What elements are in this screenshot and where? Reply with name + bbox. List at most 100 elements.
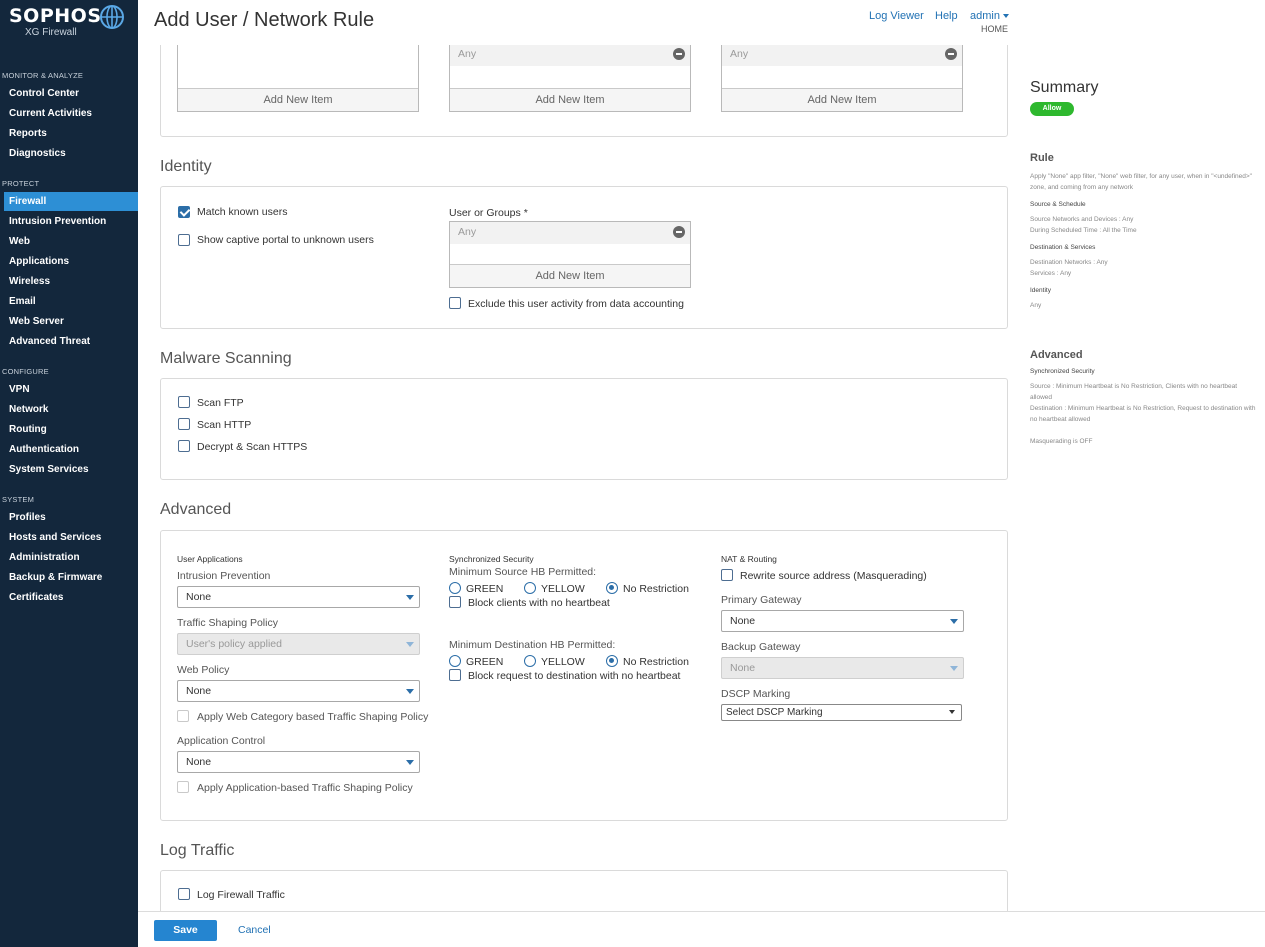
log-viewer-link[interactable]: Log Viewer — [869, 10, 924, 22]
summary-sync-heading: Synchronized Security — [1030, 368, 1095, 375]
web-category-shaping-label: Apply Web Category based Traffic Shaping… — [197, 711, 429, 723]
services-list[interactable]: Any Add New Item — [721, 39, 963, 112]
intrusion-prevention-select[interactable]: None — [177, 586, 420, 608]
destination-networks-list[interactable]: Any Add New Item — [449, 39, 691, 112]
caret-down-icon — [950, 666, 958, 671]
web-policy-select[interactable]: None — [177, 680, 420, 702]
scan-ftp-checkbox[interactable] — [178, 396, 190, 408]
intrusion-prevention-value: None — [186, 591, 212, 603]
caret-down-icon — [406, 595, 414, 600]
summary-advanced-heading: Advanced — [1030, 349, 1083, 361]
dst-green-radio[interactable] — [449, 655, 461, 667]
src-yellow-radio[interactable] — [524, 582, 536, 594]
match-known-users-label: Match known users — [197, 206, 288, 218]
list-item-label: Any — [458, 226, 477, 238]
nav-item-profiles[interactable]: Profiles — [4, 508, 138, 527]
nav-item-current-activities[interactable]: Current Activities — [4, 104, 138, 123]
dst-no-restriction-radio[interactable] — [606, 655, 618, 667]
remove-icon[interactable] — [673, 226, 685, 238]
summary-services: Services : Any — [1030, 270, 1072, 277]
nav-item-routing[interactable]: Routing — [4, 420, 138, 439]
nav-section-configure: CONFIGURE — [2, 367, 49, 376]
caret-down-icon — [949, 710, 955, 714]
masquerading-checkbox[interactable] — [721, 569, 733, 581]
brand-product: XG Firewall — [25, 27, 77, 38]
web-policy-value: None — [186, 685, 212, 697]
brand-name: SOPHOS — [9, 5, 102, 27]
backup-gateway-value: None — [730, 662, 756, 674]
add-new-item-button[interactable]: Add New Item — [722, 88, 962, 111]
web-category-shaping-checkbox[interactable] — [177, 710, 189, 722]
src-green-radio[interactable] — [449, 582, 461, 594]
primary-gateway-select[interactable]: None — [721, 610, 964, 632]
nav-item-wireless[interactable]: Wireless — [4, 272, 138, 291]
block-clients-checkbox[interactable] — [449, 596, 461, 608]
nav-item-web-server[interactable]: Web Server — [4, 312, 138, 331]
intrusion-prevention-label: Intrusion Prevention — [177, 570, 271, 582]
block-request-checkbox[interactable] — [449, 669, 461, 681]
nav-item-reports[interactable]: Reports — [4, 124, 138, 143]
nav-item-network[interactable]: Network — [4, 400, 138, 419]
captive-portal-label: Show captive portal to unknown users — [197, 234, 374, 246]
scan-ftp-label: Scan FTP — [197, 397, 244, 409]
list-item: Any — [450, 222, 690, 244]
nav-item-firewall[interactable]: Firewall — [4, 192, 138, 211]
nav-item-administration[interactable]: Administration — [4, 548, 138, 567]
nav-item-backup-firmware[interactable]: Backup & Firmware — [4, 568, 138, 587]
allow-badge: Allow — [1030, 102, 1074, 116]
application-control-value: None — [186, 756, 212, 768]
nav-item-email[interactable]: Email — [4, 292, 138, 311]
nav-item-vpn[interactable]: VPN — [4, 380, 138, 399]
application-control-select[interactable]: None — [177, 751, 420, 773]
application-control-label: Application Control — [177, 735, 266, 747]
match-known-users-checkbox[interactable] — [178, 206, 190, 218]
nav-item-certificates[interactable]: Certificates — [4, 588, 138, 607]
min-source-hb-label: Minimum Source HB Permitted: — [449, 566, 597, 578]
user-groups-list[interactable]: Any Add New Item — [449, 221, 691, 288]
backup-gateway-select: None — [721, 657, 964, 679]
nav-item-control-center[interactable]: Control Center — [4, 84, 138, 103]
dscp-marking-value: Select DSCP Marking — [726, 707, 823, 718]
exclude-accounting-checkbox[interactable] — [449, 297, 461, 309]
src-no-restriction-radio[interactable] — [606, 582, 618, 594]
captive-portal-checkbox[interactable] — [178, 234, 190, 246]
home-label: HOME — [981, 24, 1008, 34]
nav-item-authentication[interactable]: Authentication — [4, 440, 138, 459]
caret-down-icon — [406, 642, 414, 647]
user-applications-heading: User Applications — [177, 554, 243, 564]
remove-icon[interactable] — [673, 48, 685, 60]
admin-label: admin — [970, 10, 1000, 22]
dscp-marking-select[interactable]: Select DSCP Marking — [721, 704, 962, 721]
add-new-item-button[interactable]: Add New Item — [178, 88, 418, 111]
scan-http-label: Scan HTTP — [197, 419, 252, 431]
add-new-item-button[interactable]: Add New Item — [450, 264, 690, 287]
summary-destination-networks: Destination Networks : Any — [1030, 259, 1108, 266]
nav-item-advanced-threat[interactable]: Advanced Threat — [4, 332, 138, 351]
summary-rule-text: Apply "None" app filter, "None" web filt… — [1030, 173, 1252, 191]
app-shaping-checkbox[interactable] — [177, 781, 189, 793]
dst-yellow-radio[interactable] — [524, 655, 536, 667]
admin-menu[interactable]: admin — [970, 10, 1010, 22]
caret-down-icon — [406, 760, 414, 765]
nav-item-hosts-and-services[interactable]: Hosts and Services — [4, 528, 138, 547]
source-networks-list[interactable]: Add New Item — [177, 39, 419, 112]
identity-title: Identity — [160, 158, 212, 175]
nav-item-web[interactable]: Web — [4, 232, 138, 251]
scan-https-checkbox[interactable] — [178, 440, 190, 452]
summary-source-heading: Source & Schedule — [1030, 201, 1086, 208]
block-request-label: Block request to destination with no hea… — [468, 670, 681, 682]
log-firewall-traffic-checkbox[interactable] — [178, 888, 190, 900]
scan-http-checkbox[interactable] — [178, 418, 190, 430]
nav-item-applications[interactable]: Applications — [4, 252, 138, 271]
help-link[interactable]: Help — [935, 10, 958, 22]
sophos-logo[interactable]: SOPHOS XG Firewall — [9, 5, 102, 38]
nav-item-system-services[interactable]: System Services — [4, 460, 138, 479]
cancel-button[interactable]: Cancel — [238, 924, 271, 936]
remove-icon[interactable] — [945, 48, 957, 60]
add-new-item-button[interactable]: Add New Item — [450, 88, 690, 111]
nav-item-intrusion-prevention[interactable]: Intrusion Prevention — [4, 212, 138, 231]
save-button[interactable]: Save — [154, 920, 217, 941]
nav-item-diagnostics[interactable]: Diagnostics — [4, 144, 138, 163]
caret-down-icon — [950, 619, 958, 624]
list-item-label: Any — [458, 48, 477, 60]
